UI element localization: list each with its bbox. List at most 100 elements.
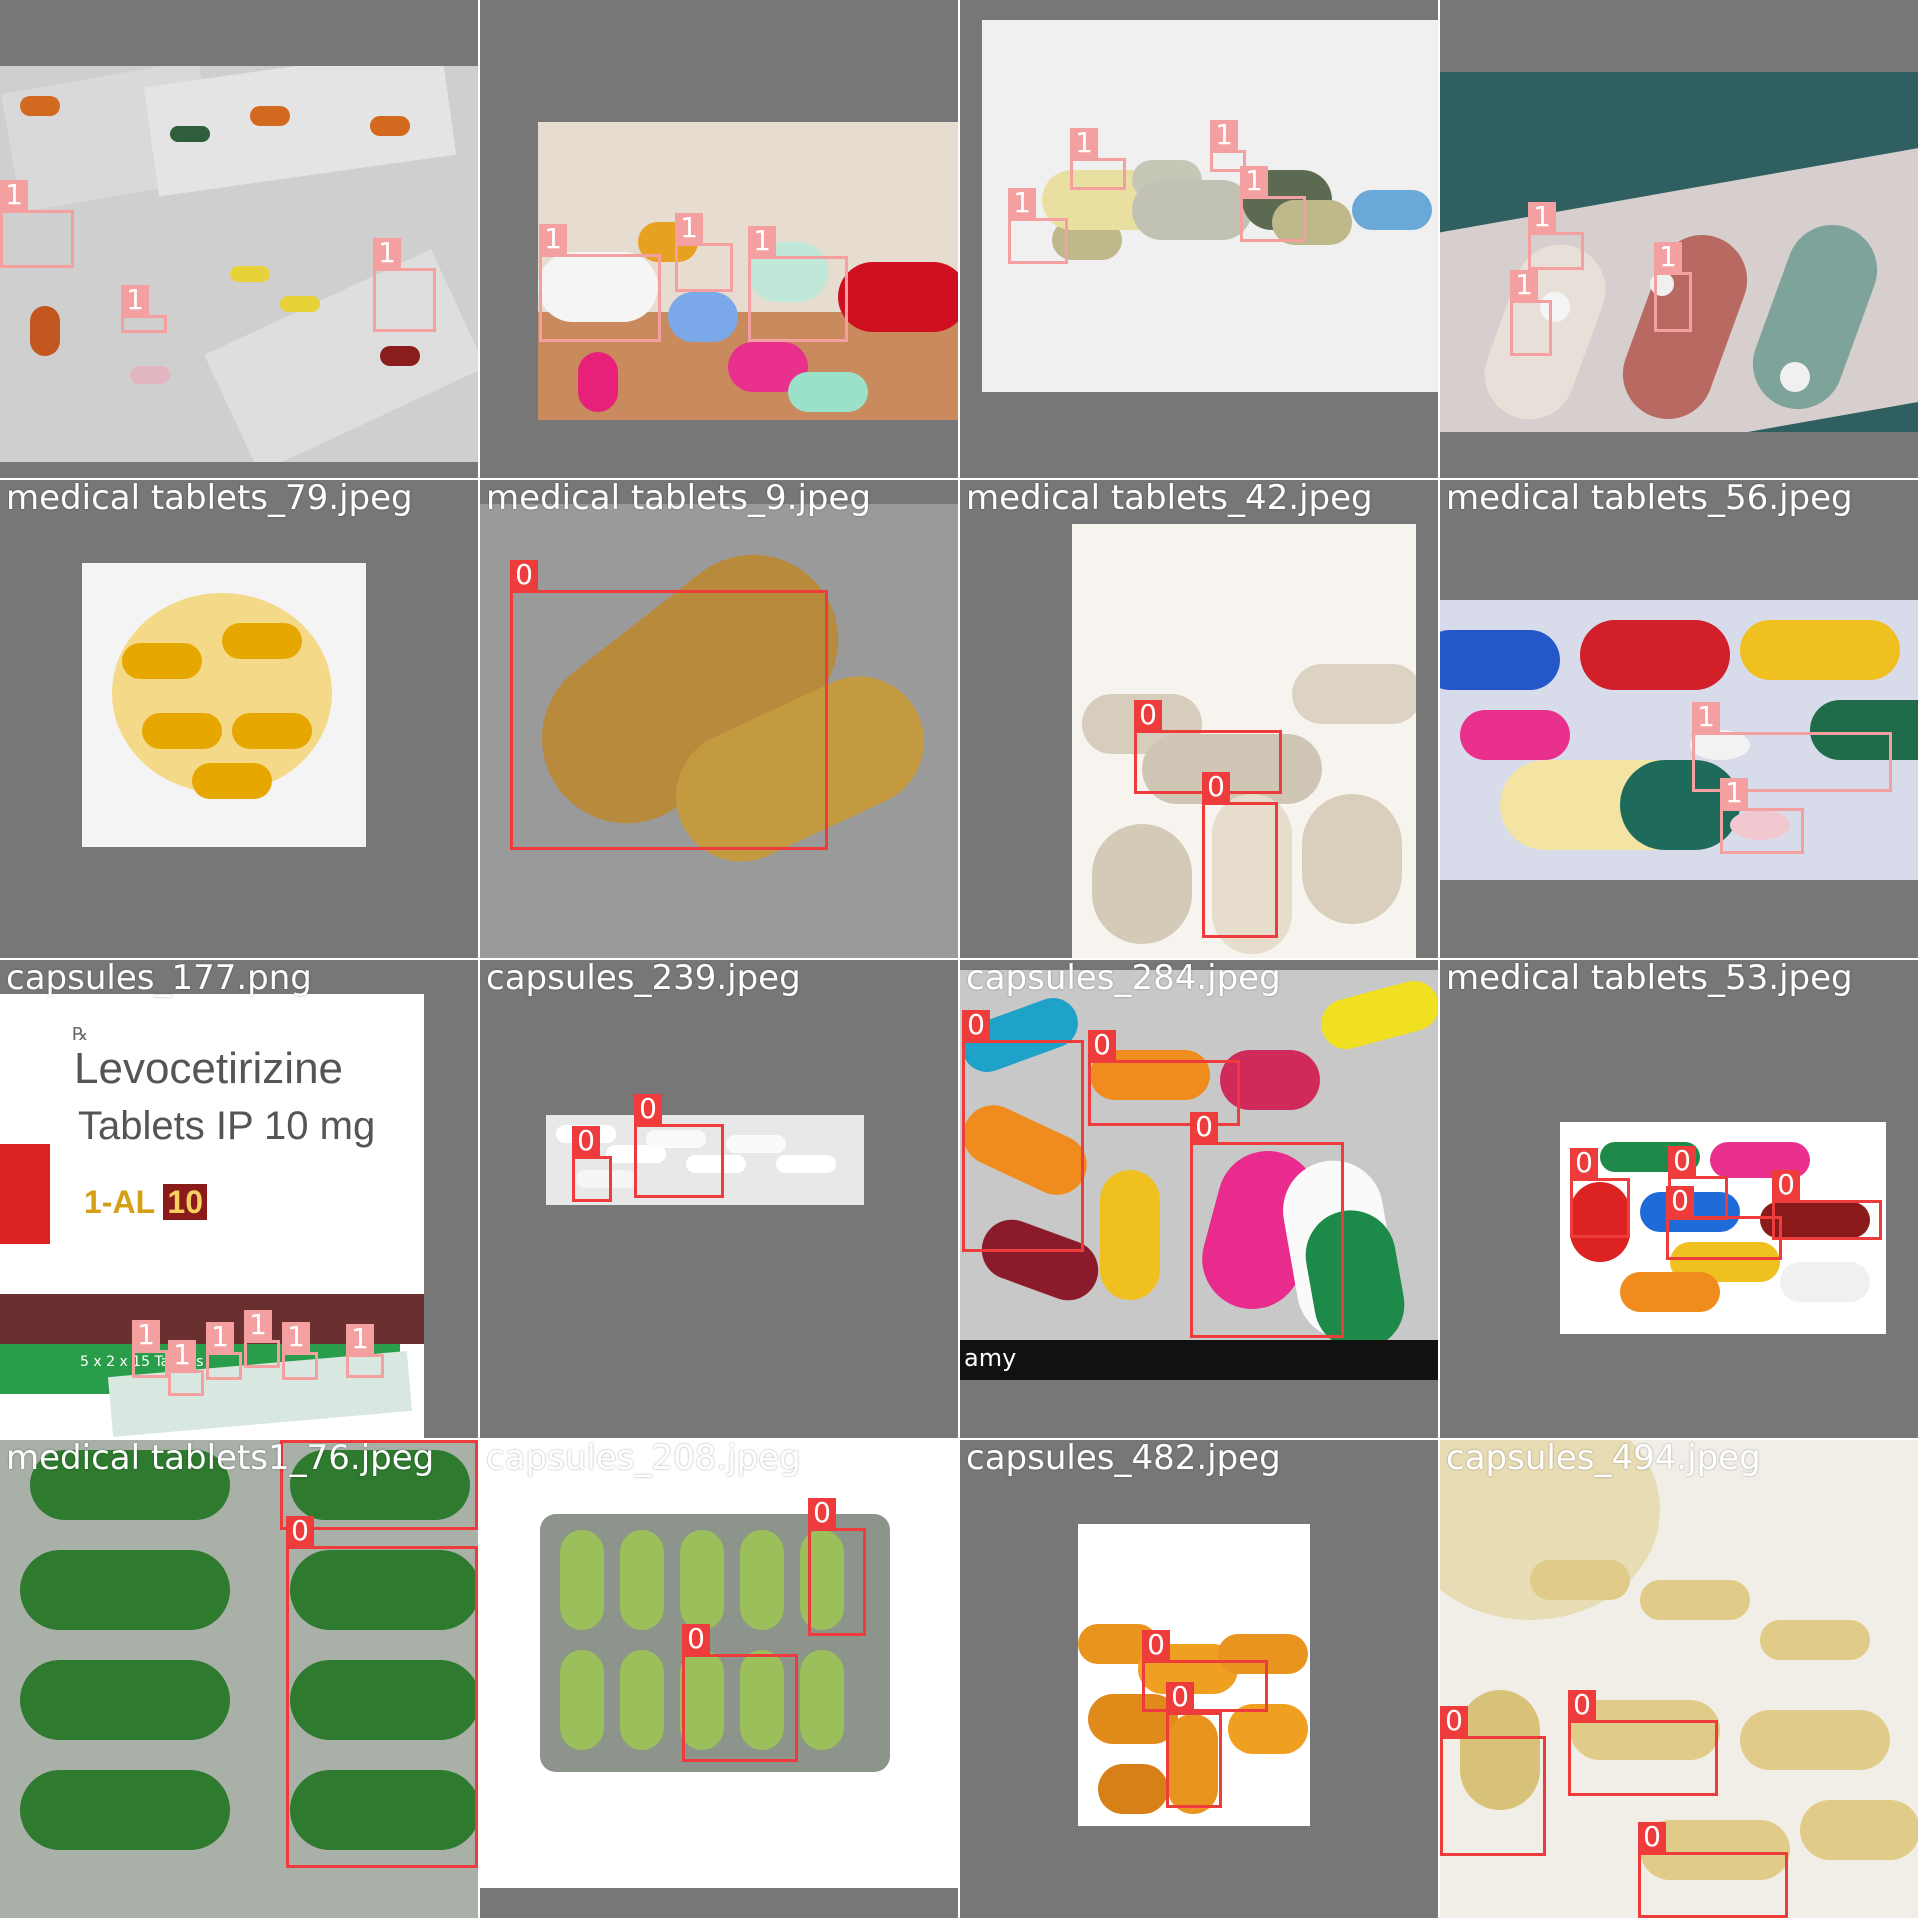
bbox-label: 1 — [121, 285, 149, 315]
bbox-1: 1 — [168, 1340, 204, 1396]
bbox-label: 1 — [1070, 128, 1098, 158]
bbox-label: 0 — [962, 1010, 990, 1040]
bbox-0: 0 — [1638, 1822, 1788, 1918]
bbox-label: 0 — [286, 1516, 314, 1546]
bbox-0: 0 — [1570, 1148, 1630, 1238]
bbox-label: 1 — [1692, 702, 1720, 732]
image-caption: medical tablets_42.jpeg — [966, 480, 1373, 518]
bbox-label: 0 — [1440, 1706, 1468, 1736]
image-tile: ℞ Levocetirizine Tablets IP 10 mg 1-AL 1… — [0, 960, 478, 1438]
image-tile: medical tablets_42.jpeg 0 0 — [960, 480, 1438, 958]
bbox-label: 1 — [282, 1322, 310, 1352]
bbox-label: 1 — [1528, 202, 1556, 232]
bbox-0: 0 — [808, 1498, 866, 1636]
bbox-label: 1 — [1008, 188, 1036, 218]
box-tablet-form: Tablets IP 10 mg — [78, 1104, 376, 1148]
bbox-label: 1 — [1720, 778, 1748, 808]
image-tile: capsules_482.jpeg 0 0 — [960, 1440, 1438, 1918]
bbox-1: 1 — [373, 238, 436, 332]
image-tile: medical tablets1_76.jpeg 0 0 — [0, 1440, 478, 1918]
bbox-label: 1 — [748, 226, 776, 256]
bbox-label: 0 — [1134, 700, 1162, 730]
photo-pills-on-white — [982, 20, 1438, 392]
bbox-1: 1 — [244, 1310, 280, 1368]
box-strength: 10 — [163, 1184, 208, 1220]
bbox-0: 0 — [1440, 1706, 1546, 1856]
bbox-label: 1 — [244, 1310, 272, 1340]
bbox-1: 1 — [282, 1322, 318, 1380]
bbox-label: 1 — [0, 180, 28, 210]
bbox-1: 1 — [1240, 166, 1306, 242]
bbox-1: 1 — [1070, 128, 1126, 190]
watermark: amy — [964, 1344, 1017, 1372]
bbox-label: 1 — [1240, 166, 1268, 196]
bbox-label: 1 — [132, 1320, 160, 1350]
bbox-1: 1 — [1008, 188, 1068, 264]
box-brand: 1-AL — [84, 1184, 155, 1220]
bbox-0: 0 — [1666, 1186, 1782, 1260]
bbox-0: 0 — [682, 1624, 798, 1762]
image-tile: capsules_208.jpeg 0 0 — [480, 1440, 958, 1918]
bbox-1: 1 — [1720, 778, 1804, 854]
image-tile: 1 1 1 — [0, 0, 478, 478]
bbox-1: 1 — [1654, 242, 1692, 332]
bbox-1: 1 — [1510, 270, 1552, 356]
bbox-label: 0 — [1638, 1822, 1666, 1852]
image-caption: medical tablets1_76.jpeg — [6, 1440, 435, 1478]
bbox-1: 1 — [346, 1324, 384, 1378]
photo-softgels — [82, 563, 366, 847]
bbox-label: 1 — [1210, 120, 1238, 150]
image-caption: medical tablets_9.jpeg — [486, 480, 871, 518]
image-caption: capsules_494.jpeg — [1446, 1440, 1761, 1478]
bbox-label: 1 — [206, 1322, 234, 1352]
bbox-1: 1 — [121, 285, 167, 333]
bbox-label: 0 — [1202, 772, 1230, 802]
image-tile: capsules_494.jpeg 0 0 0 — [1440, 1440, 1918, 1918]
bbox-1: 1 — [206, 1322, 242, 1380]
image-caption: medical tablets_79.jpeg — [6, 480, 413, 518]
image-tile: amy capsules_284.jpeg 0 0 0 — [960, 960, 1438, 1438]
bbox-label: 1 — [373, 238, 401, 268]
image-tile: medical tablets_79.jpeg 0 0 — [0, 480, 478, 958]
bbox-1: 1 — [132, 1320, 168, 1378]
image-caption: capsules_208.jpeg — [486, 1440, 801, 1478]
image-tile: medical tablets_56.jpeg 1 1 — [1440, 480, 1918, 958]
detection-mosaic: 1 1 1 1 1 1 1 1 1 1 1 1 1 medical tablet… — [0, 0, 1920, 1920]
bbox-0: 0 — [510, 560, 828, 850]
bbox-1: 1 — [675, 213, 733, 292]
bbox-1: 1 — [539, 224, 661, 342]
bbox-label: 0 — [1666, 1186, 1694, 1216]
bbox-label: 0 — [1668, 1146, 1696, 1176]
bbox-0: 0 — [1568, 1690, 1718, 1796]
bbox-0: 0 — [1166, 1682, 1222, 1808]
image-caption: medical tablets_53.jpeg — [1446, 960, 1853, 998]
bbox-label: 0 — [1142, 1630, 1170, 1660]
box-drug-name: Levocetirizine — [74, 1044, 344, 1093]
image-caption: capsules_177.png — [6, 960, 312, 998]
bbox-label: 0 — [634, 1094, 662, 1124]
bbox-1: 1 — [0, 180, 74, 268]
image-caption: capsules_284.jpeg — [966, 960, 1281, 998]
image-tile: medical tablets_53.jpeg 0 0 0 0 — [1440, 960, 1918, 1438]
bbox-label: 1 — [168, 1340, 196, 1370]
bbox-0: 0 — [572, 1126, 612, 1202]
image-caption: medical tablets_56.jpeg — [1446, 480, 1853, 518]
bbox-0: 0 — [634, 1094, 724, 1198]
bbox-label: 0 — [682, 1624, 710, 1654]
bbox-label: 0 — [1088, 1030, 1116, 1060]
bbox-label: 0 — [510, 560, 538, 590]
image-caption: capsules_482.jpeg — [966, 1440, 1281, 1478]
bbox-label: 0 — [1772, 1170, 1800, 1200]
bbox-label: 0 — [1568, 1690, 1596, 1720]
bbox-0: 0 — [1202, 772, 1278, 938]
bbox-label: 0 — [1570, 1148, 1598, 1178]
bbox-0: 0 — [286, 1516, 478, 1868]
bbox-label: 1 — [675, 213, 703, 243]
image-tile: medical tablets_9.jpeg 0 — [480, 480, 958, 958]
image-tile: 1 1 1 1 — [960, 0, 1438, 478]
rx-symbol: ℞ — [72, 1024, 89, 1045]
image-caption: capsules_239.jpeg — [486, 960, 801, 998]
bbox-1: 1 — [1528, 202, 1584, 270]
bbox-label: 1 — [539, 224, 567, 254]
bbox-0: 0 — [1142, 1630, 1268, 1712]
